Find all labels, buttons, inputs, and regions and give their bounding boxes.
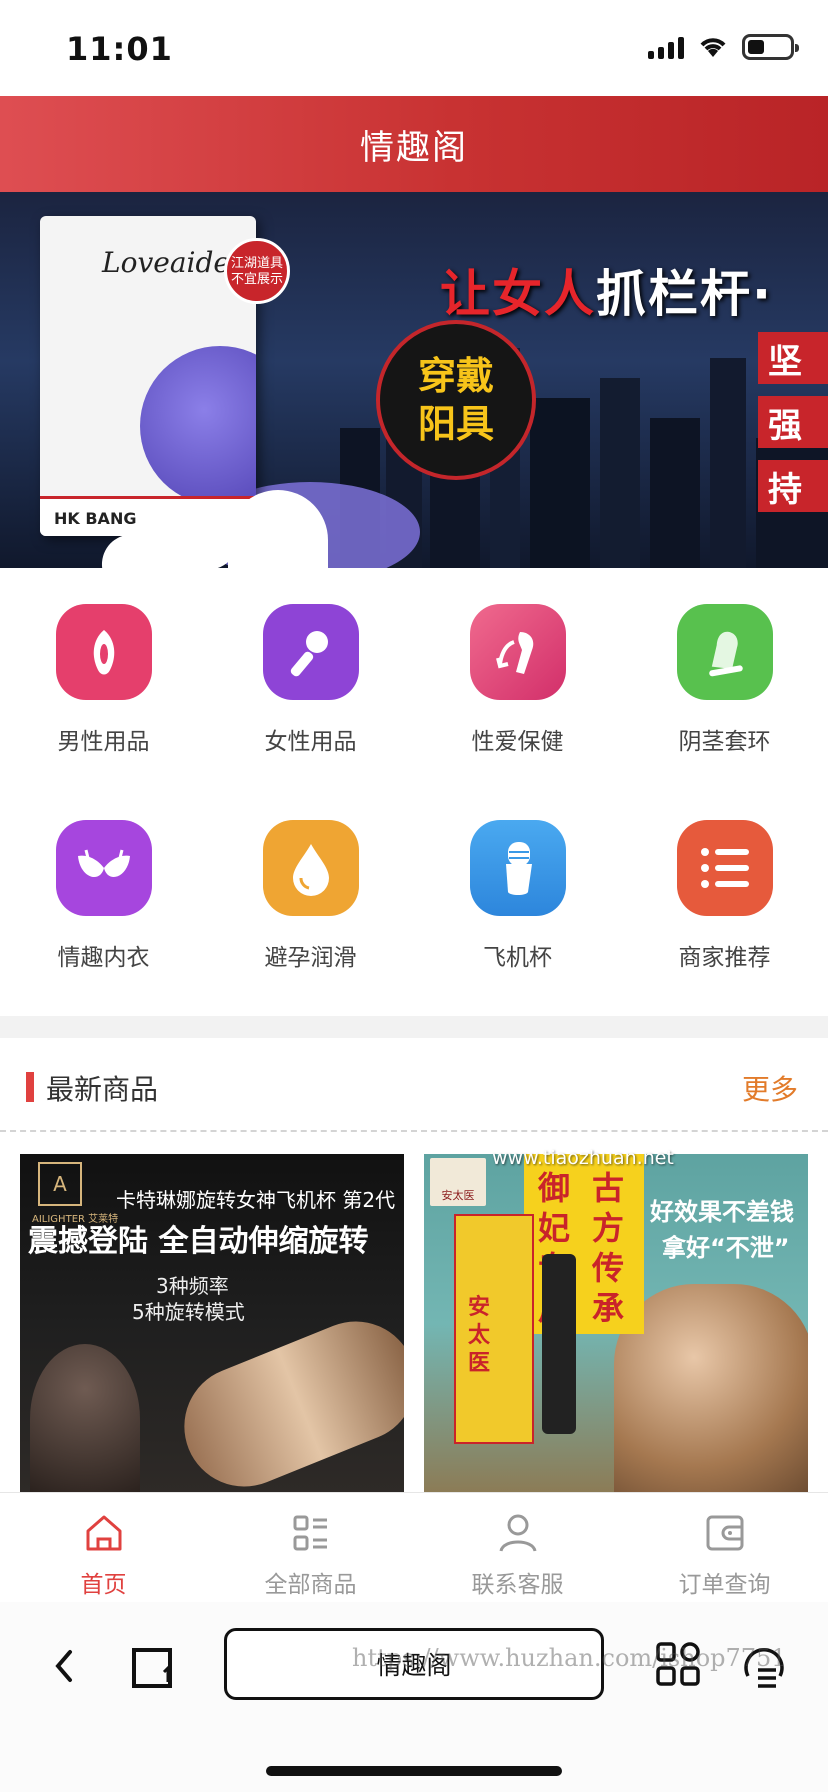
browser-toolbar: 情趣阁 [0,1602,828,1792]
tabs-button[interactable] [130,1642,176,1694]
watermark-text: www.tiaozhuan.net [492,1147,674,1169]
category-contraception[interactable]: 避孕润滑 [207,820,414,972]
category-cup[interactable]: 飞机杯 [414,820,621,972]
category-label: 女性用品 [264,729,357,755]
product-title: 卡特琳娜旋转女神飞机杯 第2代 [116,1188,396,1212]
product-slogan-vertical: 古方传承 [591,1169,624,1327]
section-title: 最新商品 [46,1073,159,1106]
tab-label: 订单查询 [678,1572,771,1598]
more-link[interactable]: 更多 [742,1068,798,1108]
tab-order-query[interactable]: 订单查询 [621,1511,828,1599]
category-label: 阴茎套环 [678,729,771,755]
home-icon [86,1515,121,1551]
product-slogan: 好效果不差钱 [650,1198,794,1226]
condom-icon [676,604,773,700]
bubble-line-2: 阳具 [417,402,494,446]
health-care-icon [469,604,566,700]
category-label: 情趣内衣 [57,945,150,971]
tab-label: 首页 [80,1572,127,1598]
category-label: 性爱保健 [471,729,564,755]
tab-label: 联系客服 [471,1572,564,1598]
tabs-icon [132,1648,172,1688]
battery-icon [742,34,799,60]
model-image [30,1344,140,1492]
category-label: 飞机杯 [483,945,552,971]
category-female-products[interactable]: 女性用品 [207,604,414,756]
product-device-image [166,1303,404,1492]
box-bottom-text: HK BANG [54,509,137,528]
bra-icon [55,820,152,916]
tab-all-products[interactable]: 全部商品 [207,1511,414,1599]
category-label: 避孕润滑 [264,945,357,971]
box-brand-text: 安太医 [468,1295,491,1376]
category-condom-ring[interactable]: 阴茎套环 [621,604,828,756]
watermark-text: https://www.huzhan.com/ishop7751 [352,1644,787,1672]
product-feature: 3种频率 [156,1274,229,1298]
banner-tag: 持 [758,460,828,512]
microphone-wand-icon [262,604,359,700]
product-list: A AILIGHTER 艾莱特 卡特琳娜旋转女神飞机杯 第2代 震撼登陆 全自动… [0,1132,828,1492]
category-male-products[interactable]: 男性用品 [0,604,207,756]
banner-bubble: 穿戴 阳具 [376,320,536,480]
grid-list-icon [293,1515,327,1551]
section-divider [0,1016,828,1038]
banner-tags: 坚 强 持 [758,332,828,512]
headline-red: 让女人 [440,265,596,323]
banner-tag: 强 [758,396,828,448]
category-lingerie[interactable]: 情趣内衣 [0,820,207,972]
product-box-image [454,1214,534,1444]
category-health-care[interactable]: 性爱保健 [414,604,621,756]
category-merchant-recommend[interactable]: 商家推荐 [621,820,828,972]
status-bar: 11:01 [0,0,828,96]
brand-logo: 安太医 [430,1158,486,1206]
bottom-tab-bar: 首页 全部商品 联系客服 订单查询 [0,1492,828,1602]
promo-banner[interactable]: Loveaider HK BANG 江湖道具 不宜展示 让女人抓栏杆· 穿戴 阳… [0,192,828,568]
headline-white: 抓栏杆· [596,265,773,323]
tab-home[interactable]: 首页 [0,1511,207,1599]
tab-label: 全部商品 [264,1572,357,1598]
category-grid: 男性用品 女性用品 性爱保健 阴茎套环 情趣内衣 避孕润滑 飞机杯 商家推荐 [0,568,828,1016]
product-card[interactable]: A AILIGHTER 艾莱特 卡特琳娜旋转女神飞机杯 第2代 震撼登陆 全自动… [20,1154,404,1492]
wifi-icon [700,38,726,57]
warning-badge: 江湖道具 不宜展示 [224,238,290,304]
cup-icon [469,820,566,916]
product-image [140,346,256,506]
section-accent-bar [26,1072,34,1102]
status-time: 11:01 [66,30,173,68]
home-indicator [266,1766,562,1776]
back-button[interactable] [46,1642,82,1694]
cellular-signal-icon [648,35,684,59]
status-icons [648,34,799,60]
product-card[interactable]: 御妃专用 古方传承 安太医 安太医 好效果不差钱 拿好“不泄” [424,1154,808,1492]
user-icon [499,1514,536,1552]
product-headline: 震撼登陆 全自动伸缩旋转 [28,1224,369,1259]
latest-products-header: 最新商品 更多 [0,1038,828,1132]
brand-logo: A [38,1162,82,1206]
droplet-icon [262,820,359,916]
product-feature: 5种旋转模式 [132,1300,245,1324]
chevron-left-icon [55,1650,72,1682]
male-products-icon [55,604,152,700]
spray-bottle-image [542,1254,576,1434]
wallet-icon [706,1515,743,1551]
category-label: 男性用品 [57,729,150,755]
category-label: 商家推荐 [678,945,771,971]
product-slogan: 拿好“不泄” [662,1234,790,1262]
page-title: 情趣阁 [360,127,468,168]
banner-tag: 坚 [758,332,828,384]
bubble-line-1: 穿戴 [417,354,494,398]
box-brand: Loveaider [102,246,244,279]
list-icon [676,820,773,916]
tab-customer-service[interactable]: 联系客服 [414,1511,621,1599]
app-header: 情趣阁 [0,96,828,192]
banner-headline: 让女人抓栏杆· [440,254,773,326]
